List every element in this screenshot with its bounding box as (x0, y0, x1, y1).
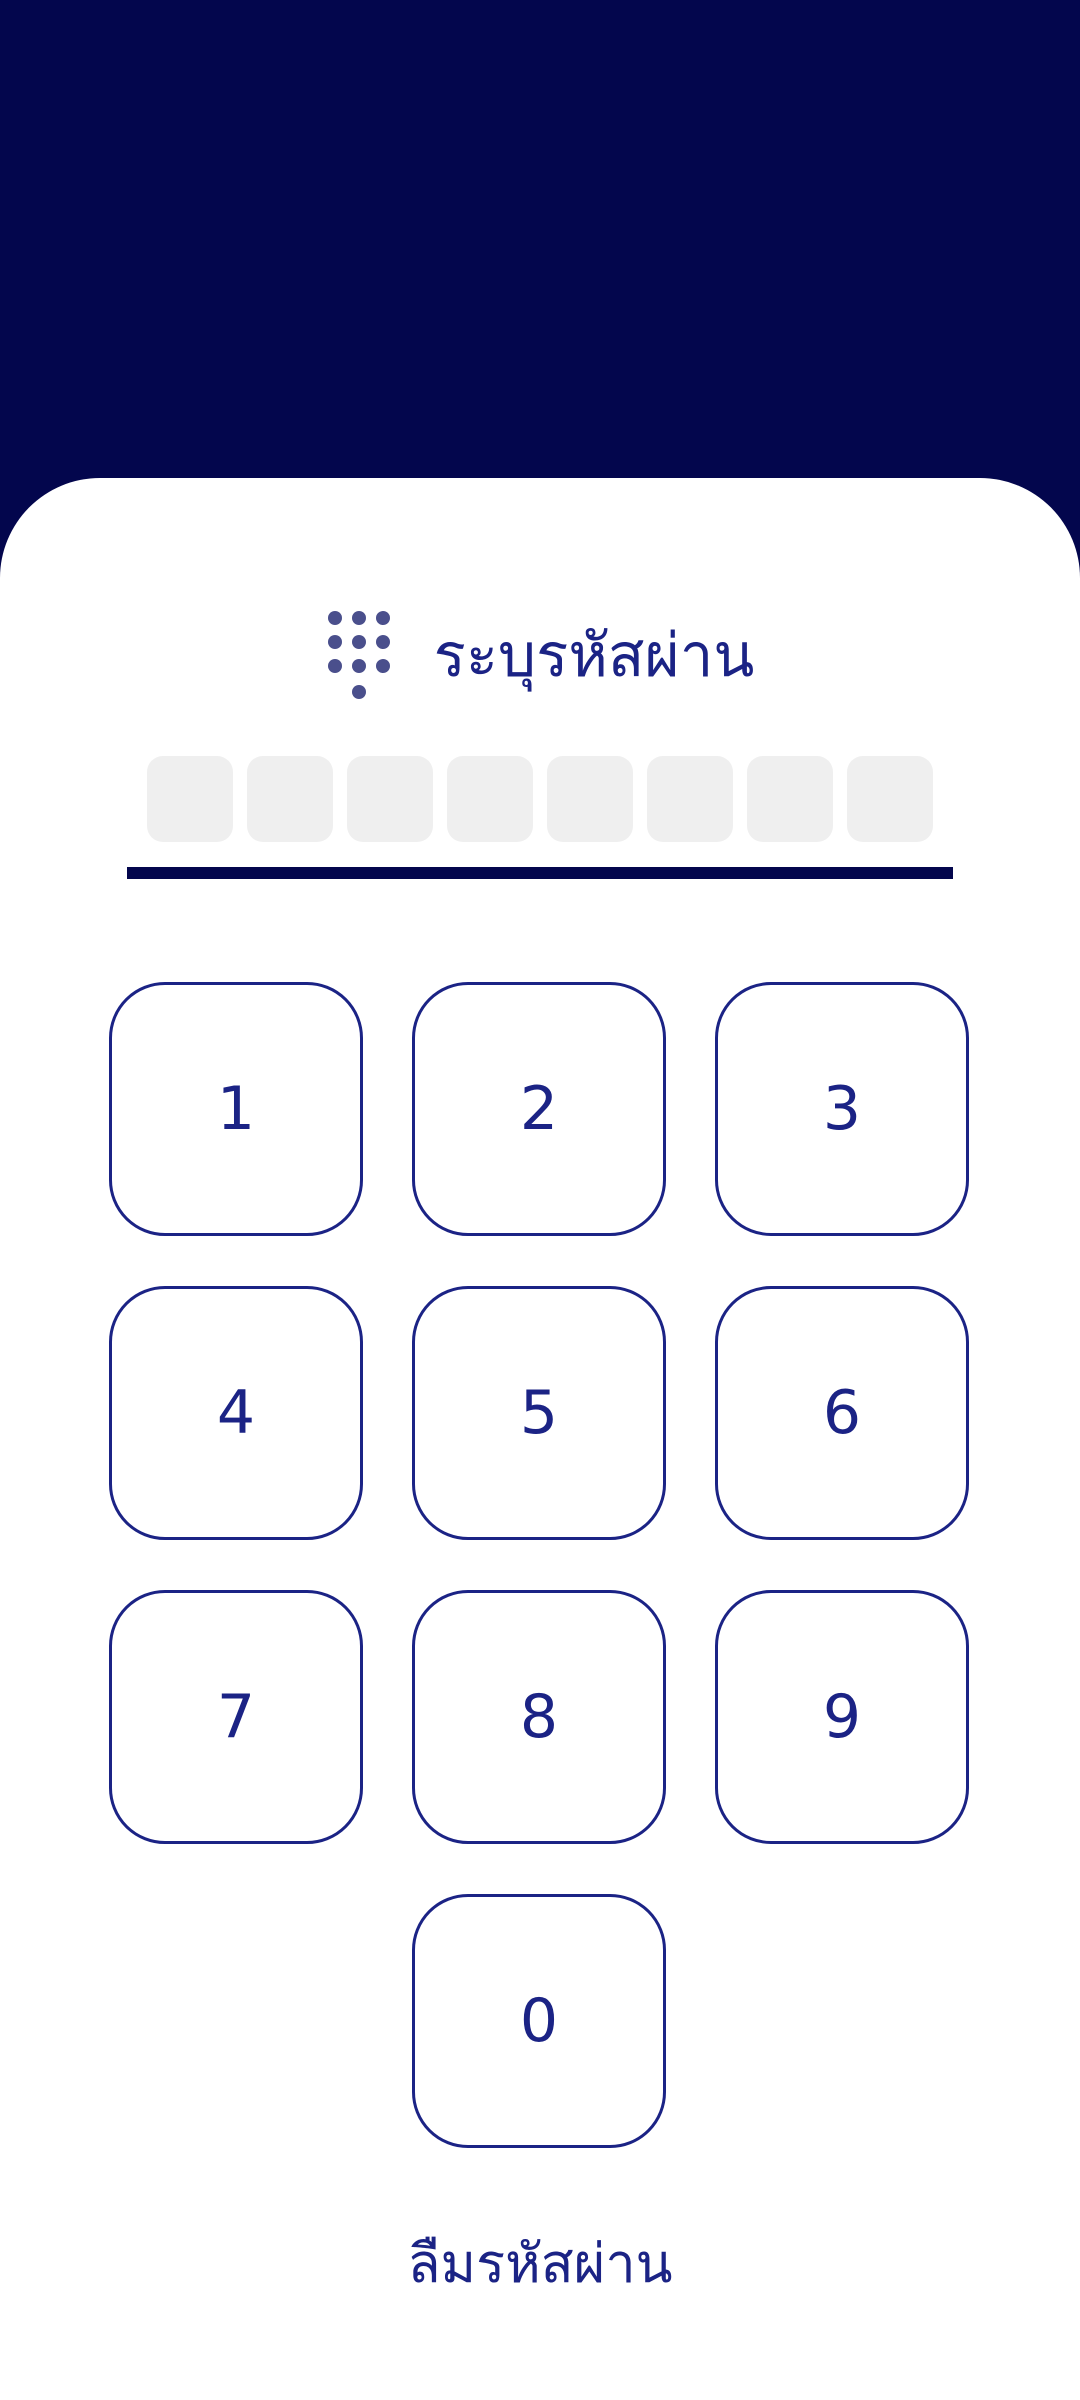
key-1[interactable]: 1 (109, 982, 363, 1236)
key-3[interactable]: 3 (715, 982, 969, 1236)
pin-cell-8 (847, 756, 933, 842)
pin-cell-5 (547, 756, 633, 842)
key-4[interactable]: 4 (109, 1286, 363, 1540)
dialpad-icon (326, 610, 392, 702)
pin-cell-4 (447, 756, 533, 842)
page-title: ระบุรหัสผ่าน (433, 621, 755, 691)
key-2[interactable]: 2 (412, 982, 666, 1236)
forgot-passcode-link[interactable]: ลืมรหัสผ่าน (0, 2220, 1080, 2306)
pin-cell-7 (747, 756, 833, 842)
pin-cell-1 (147, 756, 233, 842)
pin-input[interactable] (147, 756, 933, 842)
key-6[interactable]: 6 (715, 1286, 969, 1540)
pin-cell-3 (347, 756, 433, 842)
key-8[interactable]: 8 (412, 1590, 666, 1844)
pin-cell-2 (247, 756, 333, 842)
passcode-screen: ระบุรหัสผ่าน 1 2 3 4 5 6 7 8 9 0 ลืมรหัส… (0, 0, 1080, 2400)
key-5[interactable]: 5 (412, 1286, 666, 1540)
title-row: ระบุรหัสผ่าน (0, 608, 1080, 704)
key-0[interactable]: 0 (412, 1894, 666, 2148)
pin-cell-6 (647, 756, 733, 842)
key-9[interactable]: 9 (715, 1590, 969, 1844)
pin-underline (127, 867, 953, 879)
key-7[interactable]: 7 (109, 1590, 363, 1844)
